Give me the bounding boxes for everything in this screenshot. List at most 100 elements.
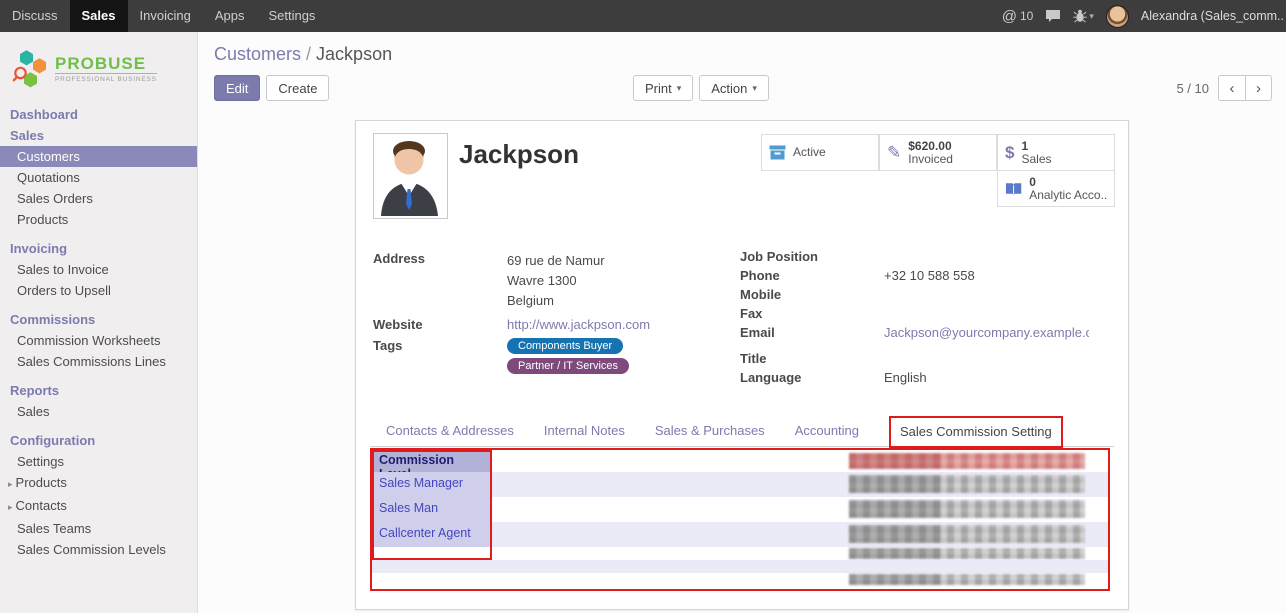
sidebar-item-dashboard[interactable]: Dashboard: [0, 104, 197, 125]
archive-toggle-icon: [769, 145, 786, 160]
tag-partner-it-services: Partner / IT Services: [507, 358, 629, 374]
address-field: Address 69 rue de Namur Wavre 1300 Belgi…: [373, 251, 723, 311]
user-menu[interactable]: Alexandra (Sales_comm..: [1141, 9, 1284, 23]
caret-down-icon: ▾: [752, 83, 757, 94]
sidebar-item-sales-orders[interactable]: Sales Orders: [0, 188, 197, 209]
redacted-cell-value: [849, 525, 1085, 543]
sidebar-item-contacts-config[interactable]: ▸Contacts: [0, 495, 197, 518]
table-row[interactable]: Sales Man: [372, 497, 1108, 522]
expand-caret-icon[interactable]: ▸: [8, 502, 13, 512]
book-icon: [1005, 182, 1022, 196]
pager-previous-button[interactable]: ‹: [1218, 75, 1245, 101]
record-pager: 5 / 10 ‹›: [1176, 75, 1272, 101]
sidebar-section-commissions[interactable]: Commissions: [0, 309, 197, 330]
sales-stat-button[interactable]: $ 1 Sales: [997, 134, 1115, 171]
sidebar-nav: Dashboard Sales Customers Quotations Sal…: [0, 104, 197, 560]
customer-form-sheet: Jackpson Active ✎ $620.00 Invoiced: [355, 120, 1129, 610]
menu-settings[interactable]: Settings: [256, 0, 327, 32]
edit-button[interactable]: Edit: [214, 75, 260, 101]
debug-menu-button[interactable]: ▾: [1073, 9, 1094, 23]
tab-accounting[interactable]: Accounting: [795, 423, 859, 446]
column-header-commission-level[interactable]: Commission Level: [372, 450, 492, 472]
email-link[interactable]: Jackpson@yourcompany.example.c..: [884, 325, 1089, 341]
breadcrumb-current: Jackpson: [316, 44, 392, 64]
action-menus: Print▾ Action▾: [633, 75, 769, 101]
title-field: Title: [740, 351, 1110, 367]
active-stat-button[interactable]: Active: [761, 134, 879, 171]
sidebar-item-sales-teams[interactable]: Sales Teams: [0, 518, 197, 539]
commission-level-cell[interactable]: Callcenter Agent: [372, 522, 492, 547]
tags-field: Tags Components Buyer Partner / IT Servi…: [373, 338, 723, 374]
stat-value: $620.00: [908, 140, 953, 153]
sidebar-item-customers[interactable]: Customers: [0, 146, 197, 167]
stat-value: 1: [1021, 140, 1051, 153]
menu-apps[interactable]: Apps: [203, 0, 257, 32]
right-field-column: Job Position Phone +32 10 588 558 Mobile…: [740, 249, 1110, 389]
title-label: Title: [740, 351, 884, 367]
expand-caret-icon[interactable]: ▸: [8, 479, 13, 489]
language-field: Language English: [740, 370, 1110, 386]
messages-button[interactable]: [1045, 9, 1061, 23]
pencil-icon: ✎: [887, 143, 901, 163]
tab-sales-commission-setting[interactable]: Sales Commission Setting: [889, 416, 1063, 448]
sidebar-item-sales-report[interactable]: Sales: [0, 401, 197, 422]
table-row[interactable]: Callcenter Agent: [372, 522, 1108, 547]
tab-sales-purchases[interactable]: Sales & Purchases: [655, 423, 765, 446]
sidebar-section-reports[interactable]: Reports: [0, 380, 197, 401]
sidebar-section-configuration[interactable]: Configuration: [0, 430, 197, 451]
sidebar-item-products-config[interactable]: ▸Products: [0, 472, 197, 495]
main-content: Customers/Jackpson Edit Create Print▾ Ac…: [198, 32, 1286, 613]
language-label: Language: [740, 370, 884, 386]
redacted-cell-value: [849, 574, 1085, 585]
stat-label: Invoiced: [908, 153, 953, 166]
tab-contacts-addresses[interactable]: Contacts & Addresses: [386, 423, 514, 446]
stat-label: Sales: [1021, 153, 1051, 166]
sidebar-item-sales-to-invoice[interactable]: Sales to Invoice: [0, 259, 197, 280]
app-sidebar: PROBUSE PROFESSIONAL BUSINESS Dashboard …: [0, 32, 198, 613]
sidebar-item-orders-to-upsell[interactable]: Orders to Upsell: [0, 280, 197, 301]
language-value: English: [884, 370, 927, 386]
website-label: Website: [373, 317, 507, 332]
website-link[interactable]: http://www.jackpson.com: [507, 317, 650, 332]
phone-value: +32 10 588 558: [884, 268, 975, 284]
menu-discuss[interactable]: Discuss: [0, 0, 70, 32]
menu-invoicing[interactable]: Invoicing: [128, 0, 203, 32]
commission-level-cell[interactable]: Sales Manager: [372, 472, 492, 497]
sidebar-item-settings[interactable]: Settings: [0, 451, 197, 472]
stat-value: 0: [1029, 176, 1107, 189]
address-label: Address: [373, 251, 507, 311]
invoiced-stat-button[interactable]: ✎ $620.00 Invoiced: [879, 134, 997, 171]
sidebar-item-quotations[interactable]: Quotations: [0, 167, 197, 188]
user-avatar[interactable]: [1106, 5, 1129, 28]
sidebar-section-sales[interactable]: Sales: [0, 125, 197, 146]
app-window: Discuss Sales Invoicing Apps Settings @ …: [0, 0, 1286, 613]
sidebar-item-sales-commissions-lines[interactable]: Sales Commissions Lines: [0, 351, 197, 372]
customer-avatar[interactable]: [373, 133, 448, 219]
sidebar-item-products[interactable]: Products: [0, 209, 197, 230]
redacted-cell-value: [849, 500, 1085, 518]
fax-field: Fax: [740, 306, 1110, 322]
probuse-logo-icon: [12, 48, 48, 90]
breadcrumb-customers-link[interactable]: Customers: [214, 44, 301, 64]
commission-level-cell[interactable]: Sales Man: [372, 497, 492, 522]
breadcrumb-separator: /: [306, 44, 311, 64]
action-menu-button[interactable]: Action▾: [699, 75, 769, 101]
sidebar-item-sales-commission-levels[interactable]: Sales Commission Levels: [0, 539, 197, 560]
create-button[interactable]: Create: [266, 75, 329, 101]
analytic-accounts-stat-button[interactable]: 0 Analytic Acco...: [997, 170, 1115, 207]
address-value: 69 rue de Namur Wavre 1300 Belgium: [507, 251, 605, 311]
tab-internal-notes[interactable]: Internal Notes: [544, 423, 625, 446]
table-row[interactable]: Sales Manager: [372, 472, 1108, 497]
mention-count: 10: [1020, 9, 1033, 23]
sidebar-section-invoicing[interactable]: Invoicing: [0, 238, 197, 259]
breadcrumb: Customers/Jackpson: [214, 44, 1286, 65]
stat-buttons: Active ✎ $620.00 Invoiced $ 1 Sales: [758, 134, 1115, 209]
redacted-cell-value: [849, 548, 1085, 559]
sidebar-item-commission-worksheets[interactable]: Commission Worksheets: [0, 330, 197, 351]
table-header-row: Commission Level: [372, 450, 1108, 472]
print-menu-button[interactable]: Print▾: [633, 75, 693, 101]
mentions-button[interactable]: @ 10: [1002, 8, 1034, 25]
pager-next-button[interactable]: ›: [1245, 75, 1272, 101]
email-label: Email: [740, 325, 884, 341]
menu-sales[interactable]: Sales: [70, 0, 128, 32]
